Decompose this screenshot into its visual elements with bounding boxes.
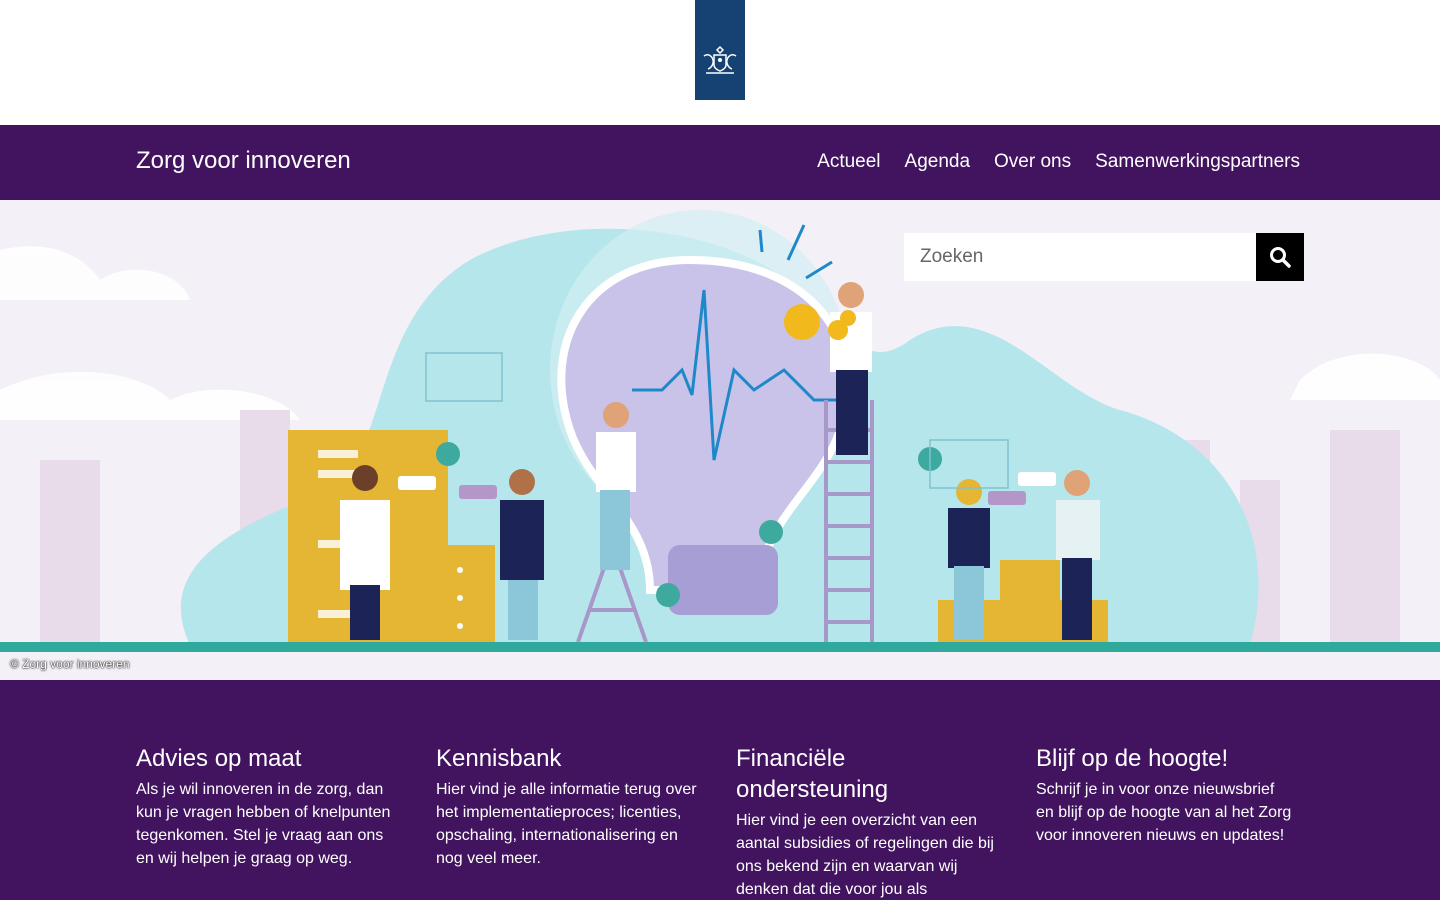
nav-link-samenwerkingspartners[interactable]: Samenwerkingspartners	[1095, 151, 1300, 173]
nav-links: Actueel Agenda Over ons Samenwerkingspar…	[817, 151, 1300, 173]
nav-link-actueel[interactable]: Actueel	[817, 151, 880, 173]
column-financiele-ondersteuning: Financiële ondersteuning Hier vind je ee…	[736, 743, 996, 900]
column-title[interactable]: Kennisbank	[436, 743, 701, 774]
column-text: Hier vind je een overzicht van een aanta…	[736, 812, 994, 898]
column-text: Schrijf je in voor onze nieuwsbrief en b…	[1036, 781, 1292, 844]
main-navigation: Zorg voor innoveren Actueel Agenda Over …	[0, 125, 1440, 200]
search-bar	[904, 233, 1304, 281]
search-icon	[1270, 247, 1291, 268]
coat-of-arms-icon	[703, 45, 737, 74]
column-title[interactable]: Advies op maat	[136, 743, 401, 774]
column-text: Hier vind je alle informatie terug over …	[436, 781, 697, 867]
site-title[interactable]: Zorg voor innoveren	[136, 147, 351, 175]
nav-link-over-ons[interactable]: Over ons	[994, 151, 1071, 173]
column-blijf-op-de-hoogte: Blijf op de hoogte! Schrijf je in voor o…	[1036, 743, 1296, 847]
column-title[interactable]: Blijf op de hoogte!	[1036, 743, 1296, 774]
hero-banner: © Zorg voor innoveren	[0, 200, 1440, 680]
column-text: Als je wil innoveren in de zorg, dan kun…	[136, 781, 391, 867]
nav-link-agenda[interactable]: Agenda	[905, 151, 971, 173]
column-title[interactable]: Financiële ondersteuning	[736, 743, 916, 805]
search-input[interactable]	[904, 233, 1256, 281]
rijksoverheid-logo[interactable]	[695, 0, 745, 100]
column-advies: Advies op maat Als je wil innoveren in d…	[136, 743, 401, 870]
image-credit: © Zorg voor innoveren	[10, 657, 130, 671]
info-section: Advies op maat Als je wil innoveren in d…	[0, 680, 1440, 900]
logo-band	[0, 0, 1440, 125]
column-kennisbank: Kennisbank Hier vind je alle informatie …	[436, 743, 701, 870]
search-button[interactable]	[1256, 233, 1304, 281]
